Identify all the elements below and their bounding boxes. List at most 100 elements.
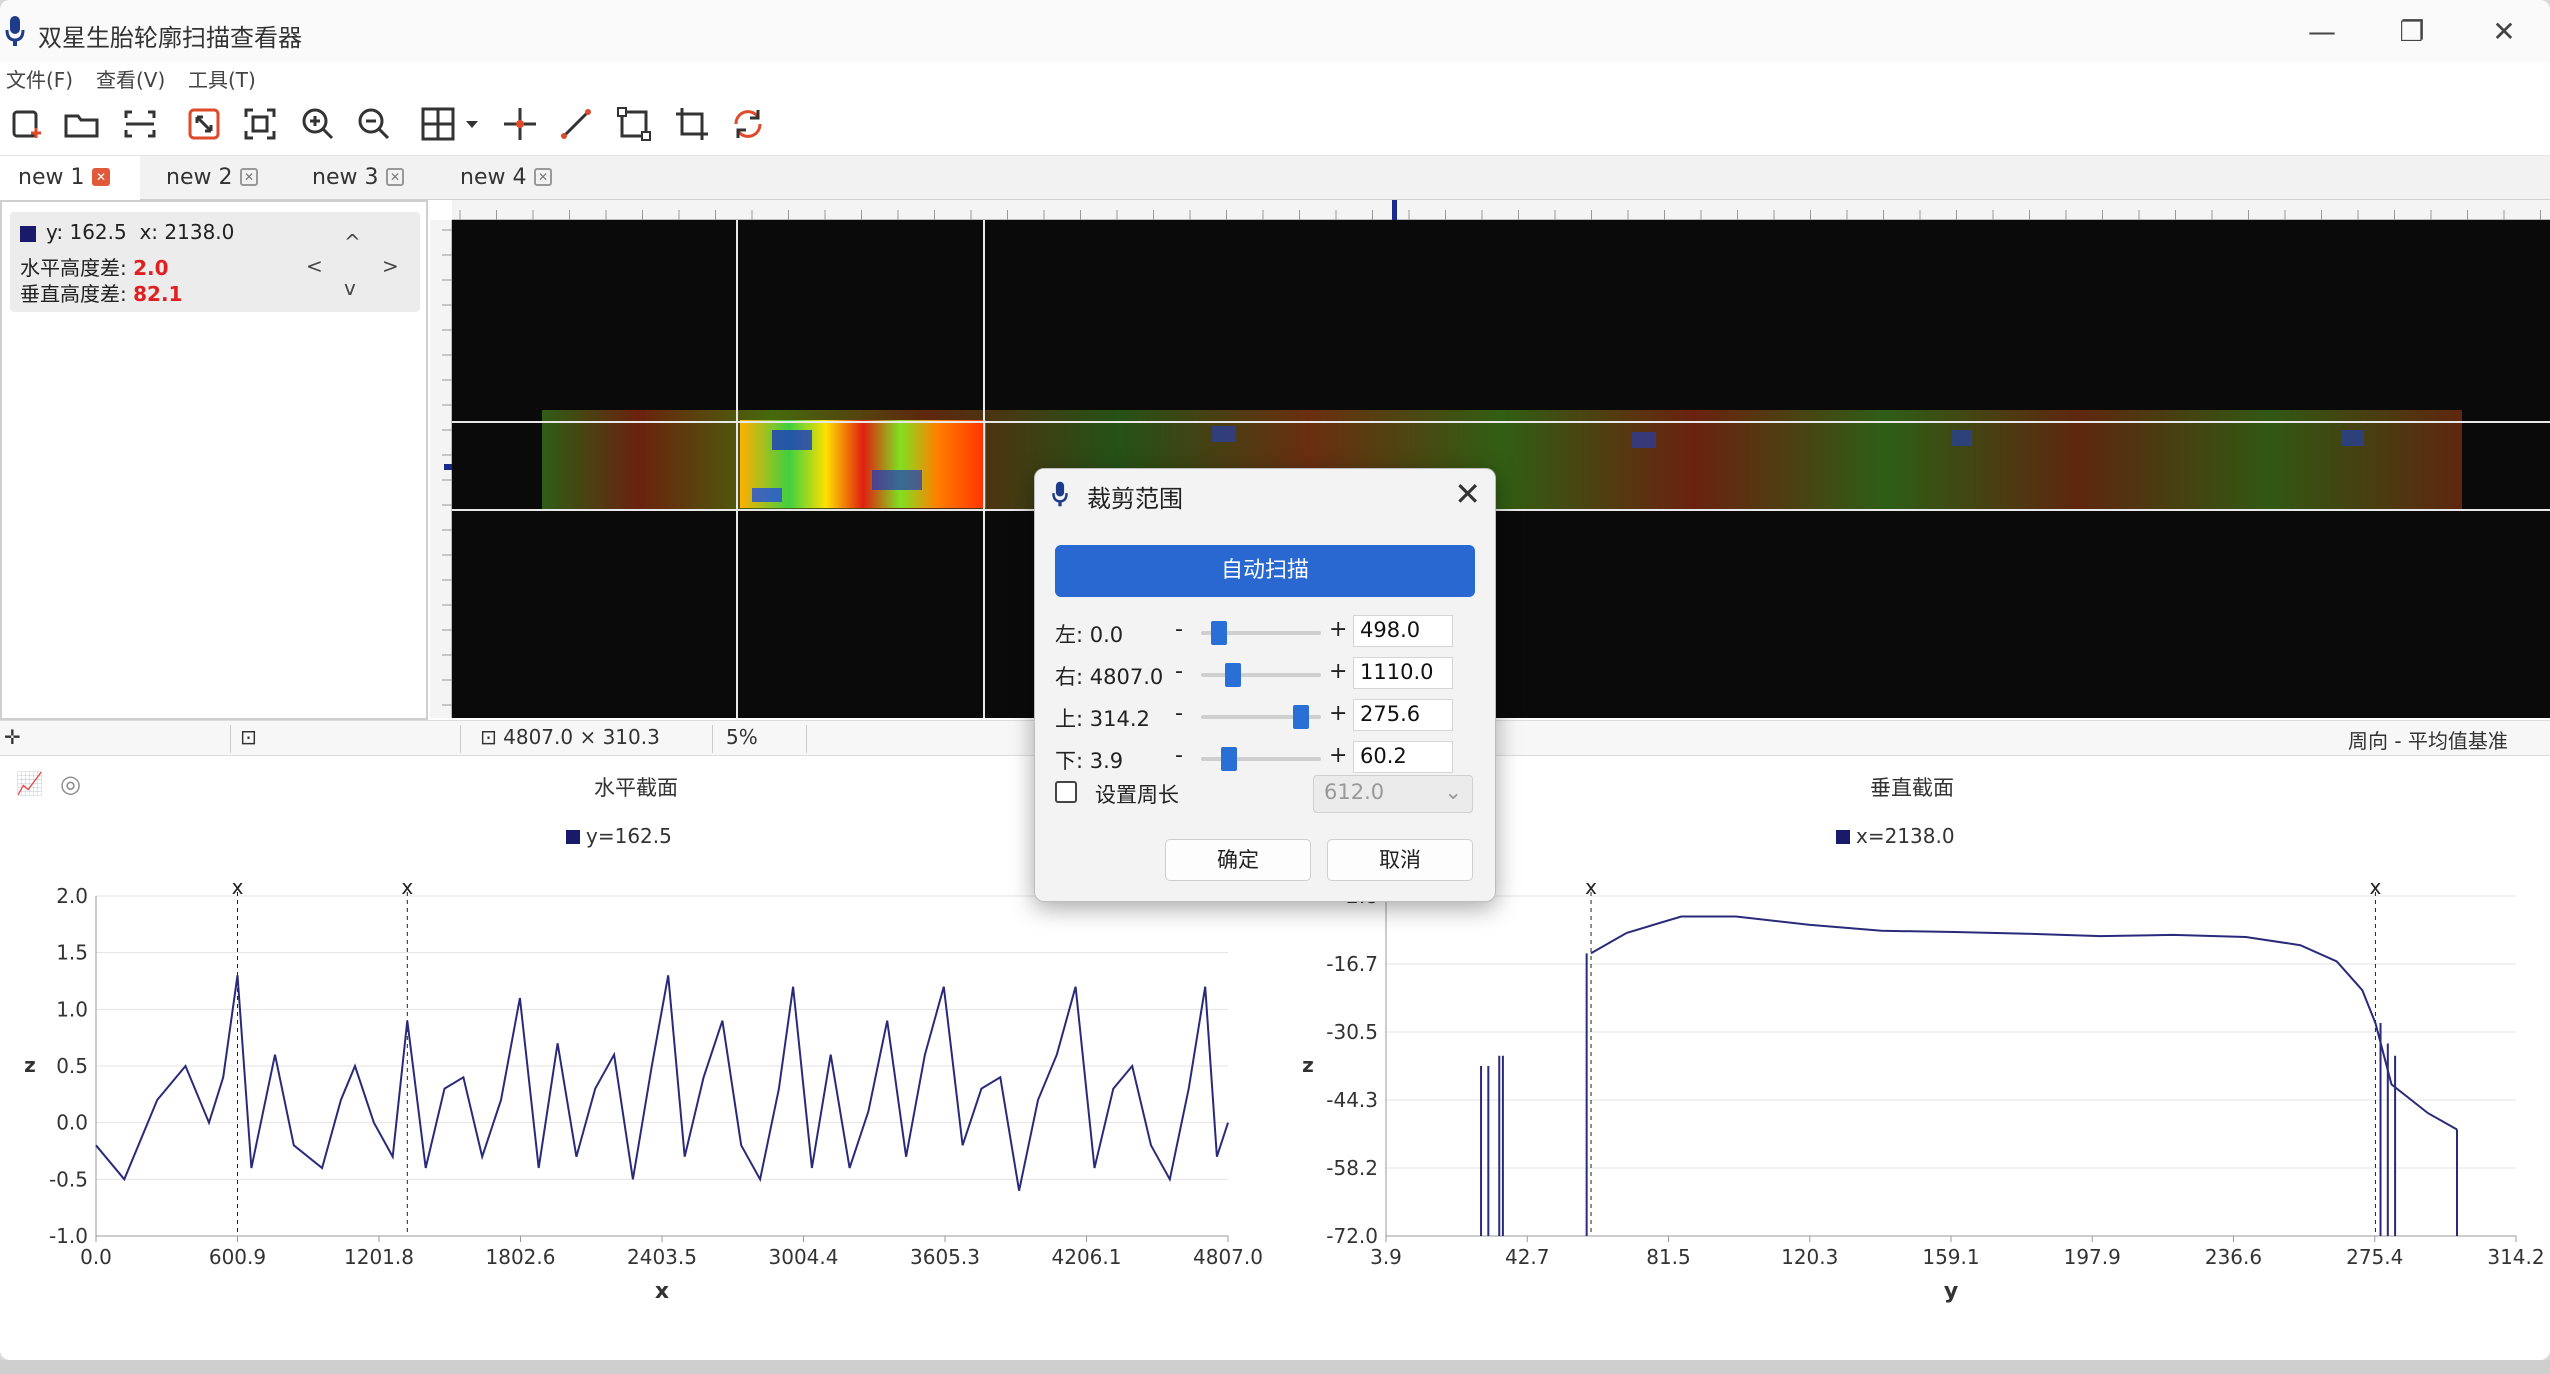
tab-close-icon[interactable]: ✕ — [386, 168, 404, 186]
y-tick-label: 1.5 — [56, 941, 88, 965]
line-measure-icon[interactable] — [556, 104, 596, 144]
tab-label: new 3 — [312, 165, 379, 190]
select-area-icon[interactable] — [240, 104, 280, 144]
close-button[interactable]: ✕ — [2474, 10, 2534, 54]
y-tick-label: -30.5 — [1326, 1020, 1378, 1044]
scan-canvas[interactable] — [452, 220, 2550, 718]
y-tick-label: 0.0 — [56, 1111, 88, 1135]
slider-handle[interactable] — [1221, 747, 1237, 771]
x-tick-label: 1201.8 — [344, 1245, 414, 1269]
marker-label: x — [232, 875, 244, 899]
x-tick-label: 197.9 — [2064, 1245, 2121, 1269]
slider-handle[interactable] — [1293, 705, 1309, 729]
x-tick-label: 3.9 — [1370, 1245, 1402, 1269]
chevron-down-icon: ⌄ — [1444, 780, 1462, 804]
pan-icon[interactable]: ✛ — [4, 725, 21, 749]
range-input[interactable]: 275.6 — [1353, 699, 1453, 731]
tab-new-4[interactable]: new 4 ✕ — [442, 156, 582, 200]
x-tick-label: 1802.6 — [486, 1245, 556, 1269]
x-axis-label: y — [1944, 1279, 1958, 1304]
crosshair-icon[interactable] — [500, 104, 540, 144]
nav-right-icon[interactable]: > — [382, 254, 399, 278]
range-slider[interactable] — [1201, 621, 1321, 645]
ruler-position-marker — [1392, 200, 1397, 220]
horizontal-height-diff: 水平高度差: 2.0 — [20, 256, 169, 280]
x-tick-label: 42.7 — [1505, 1245, 1550, 1269]
x-tick-label: 120.3 — [1781, 1245, 1838, 1269]
auto-scan-button[interactable]: 自动扫描 — [1055, 545, 1475, 597]
fit-icon[interactable] — [120, 104, 160, 144]
increment-button[interactable]: + — [1329, 743, 1347, 768]
cancel-button[interactable]: 取消 — [1327, 839, 1473, 881]
y-tick-label: 2.0 — [56, 884, 88, 908]
increment-button[interactable]: + — [1329, 701, 1347, 726]
nav-down-icon[interactable]: v — [344, 276, 356, 300]
grid-icon[interactable] — [418, 104, 458, 144]
slider-handle[interactable] — [1211, 621, 1227, 645]
range-slider[interactable] — [1201, 663, 1321, 687]
close-icon[interactable]: ✕ — [1454, 475, 1481, 513]
decrement-button[interactable]: - — [1175, 617, 1183, 642]
tab-close-icon[interactable]: ✕ — [92, 168, 110, 186]
slider-handle[interactable] — [1225, 663, 1241, 687]
open-folder-icon[interactable] — [62, 104, 102, 144]
marker-label: x — [401, 875, 413, 899]
maximize-button[interactable]: ❐ — [2382, 10, 2442, 54]
window-title: 双星生胎轮廓扫描查看器 — [38, 24, 302, 52]
tab-new-3[interactable]: new 3 ✕ — [294, 156, 434, 200]
new-file-icon[interactable] — [8, 104, 48, 144]
y-tick-label: -16.7 — [1326, 952, 1378, 976]
bounding-box-icon[interactable] — [614, 104, 654, 144]
x-tick-label: 2403.5 — [627, 1245, 697, 1269]
menu-file[interactable]: 文件(F) — [6, 64, 73, 93]
perimeter-checkbox[interactable] — [1055, 781, 1077, 803]
decrement-button[interactable]: - — [1175, 659, 1183, 684]
range-slider[interactable] — [1201, 705, 1321, 729]
marker-label: x — [2370, 875, 2382, 899]
decrement-button[interactable]: - — [1175, 701, 1183, 726]
crop-icon[interactable] — [672, 104, 712, 144]
menu-view[interactable]: 查看(V) — [96, 64, 165, 93]
perimeter-select[interactable]: 612.0 ⌄ — [1313, 775, 1473, 813]
slider-label: 下: 3.9 — [1055, 749, 1124, 773]
menu-bar: 文件(F) 查看(V) 工具(T) — [0, 62, 2550, 92]
chevron-down-icon[interactable] — [460, 104, 484, 144]
crop-slider-row: 左: 0.0 - +498.0 — [1055, 615, 1475, 651]
range-input[interactable]: 60.2 — [1353, 741, 1453, 773]
minimize-button[interactable]: — — [2292, 10, 2352, 54]
menu-tools[interactable]: 工具(T) — [188, 64, 256, 93]
zoom-in-icon[interactable] — [298, 104, 338, 144]
decrement-button[interactable]: - — [1175, 743, 1183, 768]
rotate-icon[interactable] — [728, 104, 768, 144]
tab-label: new 1 — [18, 165, 85, 190]
full-extent-icon[interactable] — [184, 104, 224, 144]
crop-slider-row: 右: 4807.0- +1110.0 — [1055, 657, 1475, 693]
tab-new-2[interactable]: new 2 ✕ — [148, 156, 288, 200]
range-input[interactable]: 1110.0 — [1353, 657, 1453, 689]
zoom-out-icon[interactable] — [354, 104, 394, 144]
confirm-button[interactable]: 确定 — [1165, 839, 1311, 881]
dimensions-readout: ⊡ 4807.0 × 310.3 — [480, 725, 660, 749]
increment-button[interactable]: + — [1329, 659, 1347, 684]
baseline-mode: 周向 - 平均值基准 — [2348, 729, 2508, 753]
info-panel: y: 162.5 x: 2138.0 水平高度差: 2.0 垂直高度差: 82.… — [0, 200, 428, 720]
x-axis-label: x — [655, 1279, 669, 1304]
tab-close-icon[interactable]: ✕ — [240, 168, 258, 186]
tab-bar: new 1 ✕ new 2 ✕ new 3 ✕ new 4 ✕ — [0, 156, 2550, 200]
vertical-height-diff: 垂直高度差: 82.1 — [20, 282, 183, 306]
nav-left-icon[interactable]: < — [306, 254, 323, 278]
tab-close-icon[interactable]: ✕ — [534, 168, 552, 186]
x-tick-label: 3004.4 — [769, 1245, 839, 1269]
crop-slider-row: 下: 3.9 - +60.2 — [1055, 741, 1475, 777]
increment-button[interactable]: + — [1329, 617, 1347, 642]
range-slider[interactable] — [1201, 747, 1321, 771]
tab-new-1[interactable]: new 1 ✕ — [0, 156, 140, 200]
range-input[interactable]: 498.0 — [1353, 615, 1453, 647]
series-swatch — [20, 226, 36, 242]
crop-slider-row: 上: 314.2 - +275.6 — [1055, 699, 1475, 735]
x-tick-label: 81.5 — [1646, 1245, 1691, 1269]
y-tick-label: 0.5 — [56, 1054, 88, 1078]
nav-up-icon[interactable]: ^ — [344, 230, 361, 254]
x-tick-label: 4807.0 — [1193, 1245, 1263, 1269]
perimeter-label: 设置周长 — [1095, 783, 1179, 807]
